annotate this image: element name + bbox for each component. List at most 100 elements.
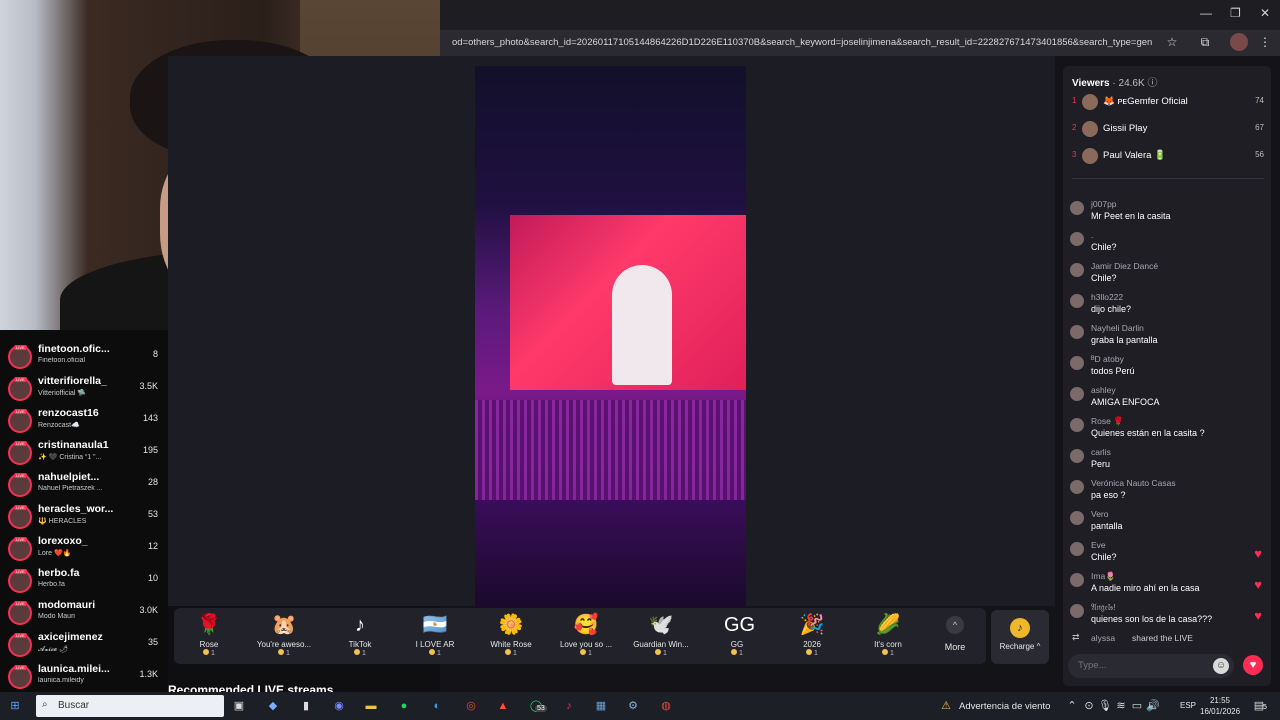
task-view-icon[interactable]: ▣	[230, 697, 248, 715]
like-heart-button[interactable]: ♥	[1243, 655, 1263, 675]
avatar[interactable]	[1070, 511, 1084, 525]
steam-icon[interactable]: ⚙	[624, 697, 642, 715]
avatar[interactable]	[1070, 573, 1084, 587]
chat-username[interactable]: Rose 🌹	[1091, 416, 1124, 427]
viewers-count: · 24.6K	[1112, 78, 1145, 89]
app-icon[interactable]: ▦	[592, 697, 610, 715]
avatar[interactable]	[1070, 418, 1084, 432]
gift-item[interactable]: GG GG 1	[702, 612, 772, 657]
top-viewer-row[interactable]: 3 Paul Valera 🔋 56	[1072, 147, 1264, 167]
copilot-icon[interactable]: ◆	[264, 697, 282, 715]
live-stream-item[interactable]: LIVE modomauri Modo Mauri 3.0K	[8, 599, 158, 631]
extensions-icon[interactable]: ⧉	[1196, 33, 1214, 51]
avatar[interactable]	[1070, 201, 1084, 215]
chat-username[interactable]: .	[1091, 230, 1093, 240]
chat-input-box[interactable]	[1068, 654, 1234, 678]
chat-text: AMIGA ENFOCA	[1091, 397, 1160, 407]
live-stream-item[interactable]: LIVE axicejimenez 𝓐𝔁𝓲𝓬𝓮 🌶 35	[8, 631, 158, 663]
chat-username[interactable]: j007pp	[1091, 199, 1117, 209]
share-user[interactable]: alyssa	[1091, 633, 1115, 643]
chat-message: carlis Peru	[1070, 447, 1262, 477]
language-indicator[interactable]: ESP	[1180, 701, 1196, 710]
gift-item[interactable]: 🕊️ Guardian Win... 1	[626, 612, 696, 657]
chat-username[interactable]: Ima🌷	[1091, 571, 1116, 582]
gift-item[interactable]: 🌹 Rose 1	[174, 612, 244, 657]
avatar[interactable]	[1070, 449, 1084, 463]
file-explorer-icon[interactable]: ▬	[362, 697, 380, 715]
emoji-icon[interactable]: ☺	[1213, 658, 1229, 674]
more-gifts-button[interactable]: ^ More	[940, 616, 970, 652]
epic-games-icon[interactable]: ▮	[297, 697, 315, 715]
live-stream-item[interactable]: LIVE cristinanaula1 ✨ 🖤 Cristina “1 ”... 19…	[8, 439, 158, 471]
tiktok-icon[interactable]: ♪	[560, 697, 578, 715]
avatar[interactable]	[1070, 604, 1084, 618]
gift-item[interactable]: 🎉 2026 1	[777, 612, 847, 657]
gift-item[interactable]: ♪ TikTok 1	[325, 612, 395, 657]
avatar[interactable]	[1070, 480, 1084, 494]
profile-avatar-icon[interactable]	[1230, 33, 1248, 51]
gift-item[interactable]: 🥰 Love you so ... 1	[551, 612, 621, 657]
avatar[interactable]	[1070, 325, 1084, 339]
discord-icon[interactable]: ◉	[330, 697, 348, 715]
live-stream-item[interactable]: LIVE finetoon.ofic... Finetoon.oficial 8	[8, 343, 158, 375]
taskbar-search[interactable]: ⌕ Buscar	[36, 695, 224, 717]
recharge-button[interactable]: ♪ Recharge ^	[991, 610, 1049, 664]
viewer-name: 🦊 ᴘᴇGemfer Oficial	[1103, 96, 1188, 107]
minimize-button[interactable]: —	[1200, 6, 1212, 20]
chat-username[interactable]: h3llo222	[1091, 292, 1123, 302]
live-stream-item[interactable]: LIVE vitterifiorella_ Vitteriofficial 🛸 3.5…	[8, 375, 158, 407]
chat-username[interactable]: 𝔄𝔫𝔤𝔢𝔩𝔰!	[1091, 602, 1116, 613]
live-stream-item[interactable]: LIVE herbo.fa Herbo.fa 10	[8, 567, 158, 599]
chat-username[interactable]: ashley	[1091, 385, 1116, 395]
live-stream-item[interactable]: LIVE launica.milei... launica.mileidy 1.3K	[8, 663, 158, 695]
avatar[interactable]	[1070, 542, 1084, 556]
gift-icon: 🌼	[498, 614, 524, 636]
avatar[interactable]	[1070, 263, 1084, 277]
chat-username[interactable]: carlis	[1091, 447, 1111, 457]
gift-item[interactable]: 🌼 White Rose 1	[476, 612, 546, 657]
live-stream-item[interactable]: LIVE heracles_wor... 🔱 HERACLES 53	[8, 503, 158, 535]
warning-icon[interactable]: ⚠	[937, 697, 955, 715]
avatar[interactable]	[1070, 294, 1084, 308]
chat-username[interactable]: ᴮD atoby	[1091, 354, 1124, 364]
url-text[interactable]: od=others_photo&search_id=20260117105144…	[452, 37, 1152, 48]
maximize-button[interactable]: ❐	[1230, 6, 1241, 20]
gift-item[interactable]: 🌽 It's corn 1	[853, 612, 923, 657]
spotify-icon[interactable]: ●	[395, 697, 413, 715]
bookmark-star-icon[interactable]: ☆	[1163, 33, 1181, 51]
viewers-header[interactable]: Viewers · 24.6K ⓘ	[1072, 74, 1157, 89]
chat-message: Rose 🌹 Quienes están en la casita ?	[1070, 416, 1262, 446]
chat-username[interactable]: Verónica Nauto Casas	[1091, 478, 1176, 488]
gift-item[interactable]: 🐹 You're aweso... 1	[249, 612, 319, 657]
top-viewer-row[interactable]: 1 🦊 ᴘᴇGemfer Oficial 74	[1072, 93, 1264, 113]
live-stream-item[interactable]: LIVE lorexoxo_ Lore ❤️🔥 12	[8, 535, 158, 567]
chat-username[interactable]: Eve	[1091, 540, 1106, 550]
volume-icon[interactable]: 🔊	[1144, 697, 1162, 715]
info-icon[interactable]: ⓘ	[1147, 78, 1157, 89]
windows-start-icon[interactable]: ⊞	[6, 697, 24, 715]
gift-item[interactable]: 🇦🇷 I LOVE AR 1	[400, 612, 470, 657]
viewer-count: 143	[142, 413, 158, 423]
avatar[interactable]	[1070, 356, 1084, 370]
avatar[interactable]	[1070, 232, 1084, 246]
edge-icon[interactable]: ◐	[428, 697, 446, 715]
gift-name: It's corn	[874, 640, 902, 649]
chat-username[interactable]: Vero	[1091, 509, 1109, 519]
top-viewer-row[interactable]: 2 Gissii Play 67	[1072, 120, 1264, 140]
live-stream-item[interactable]: LIVE nahuelpiet... Nahuel Pietraszek ... 28	[8, 471, 158, 503]
chat-input[interactable]	[1068, 654, 1208, 677]
avatar[interactable]	[1070, 387, 1084, 401]
obs-icon[interactable]: ◍	[657, 697, 675, 715]
viewers-divider	[1072, 178, 1264, 179]
brave-icon[interactable]: ▲	[494, 697, 512, 715]
browser-menu-icon[interactable]: ⋮	[1256, 33, 1274, 51]
live-stream-item[interactable]: LIVE renzocast16 Renzocast☁️ 143	[8, 407, 158, 439]
viewer-rank: 1	[1072, 96, 1077, 105]
close-button[interactable]: ✕	[1260, 6, 1270, 20]
chrome-icon[interactable]: ◎	[462, 697, 480, 715]
chat-username[interactable]: Nayheli Darlin	[1091, 323, 1144, 333]
chevron-up-tray-icon[interactable]: ⌃	[1063, 697, 1081, 715]
clock[interactable]: 21:55 16/01/2026	[1200, 695, 1240, 717]
chat-username[interactable]: Jamir Diez Dancé	[1091, 261, 1158, 271]
weather-text[interactable]: Advertencia de viento	[959, 701, 1050, 712]
